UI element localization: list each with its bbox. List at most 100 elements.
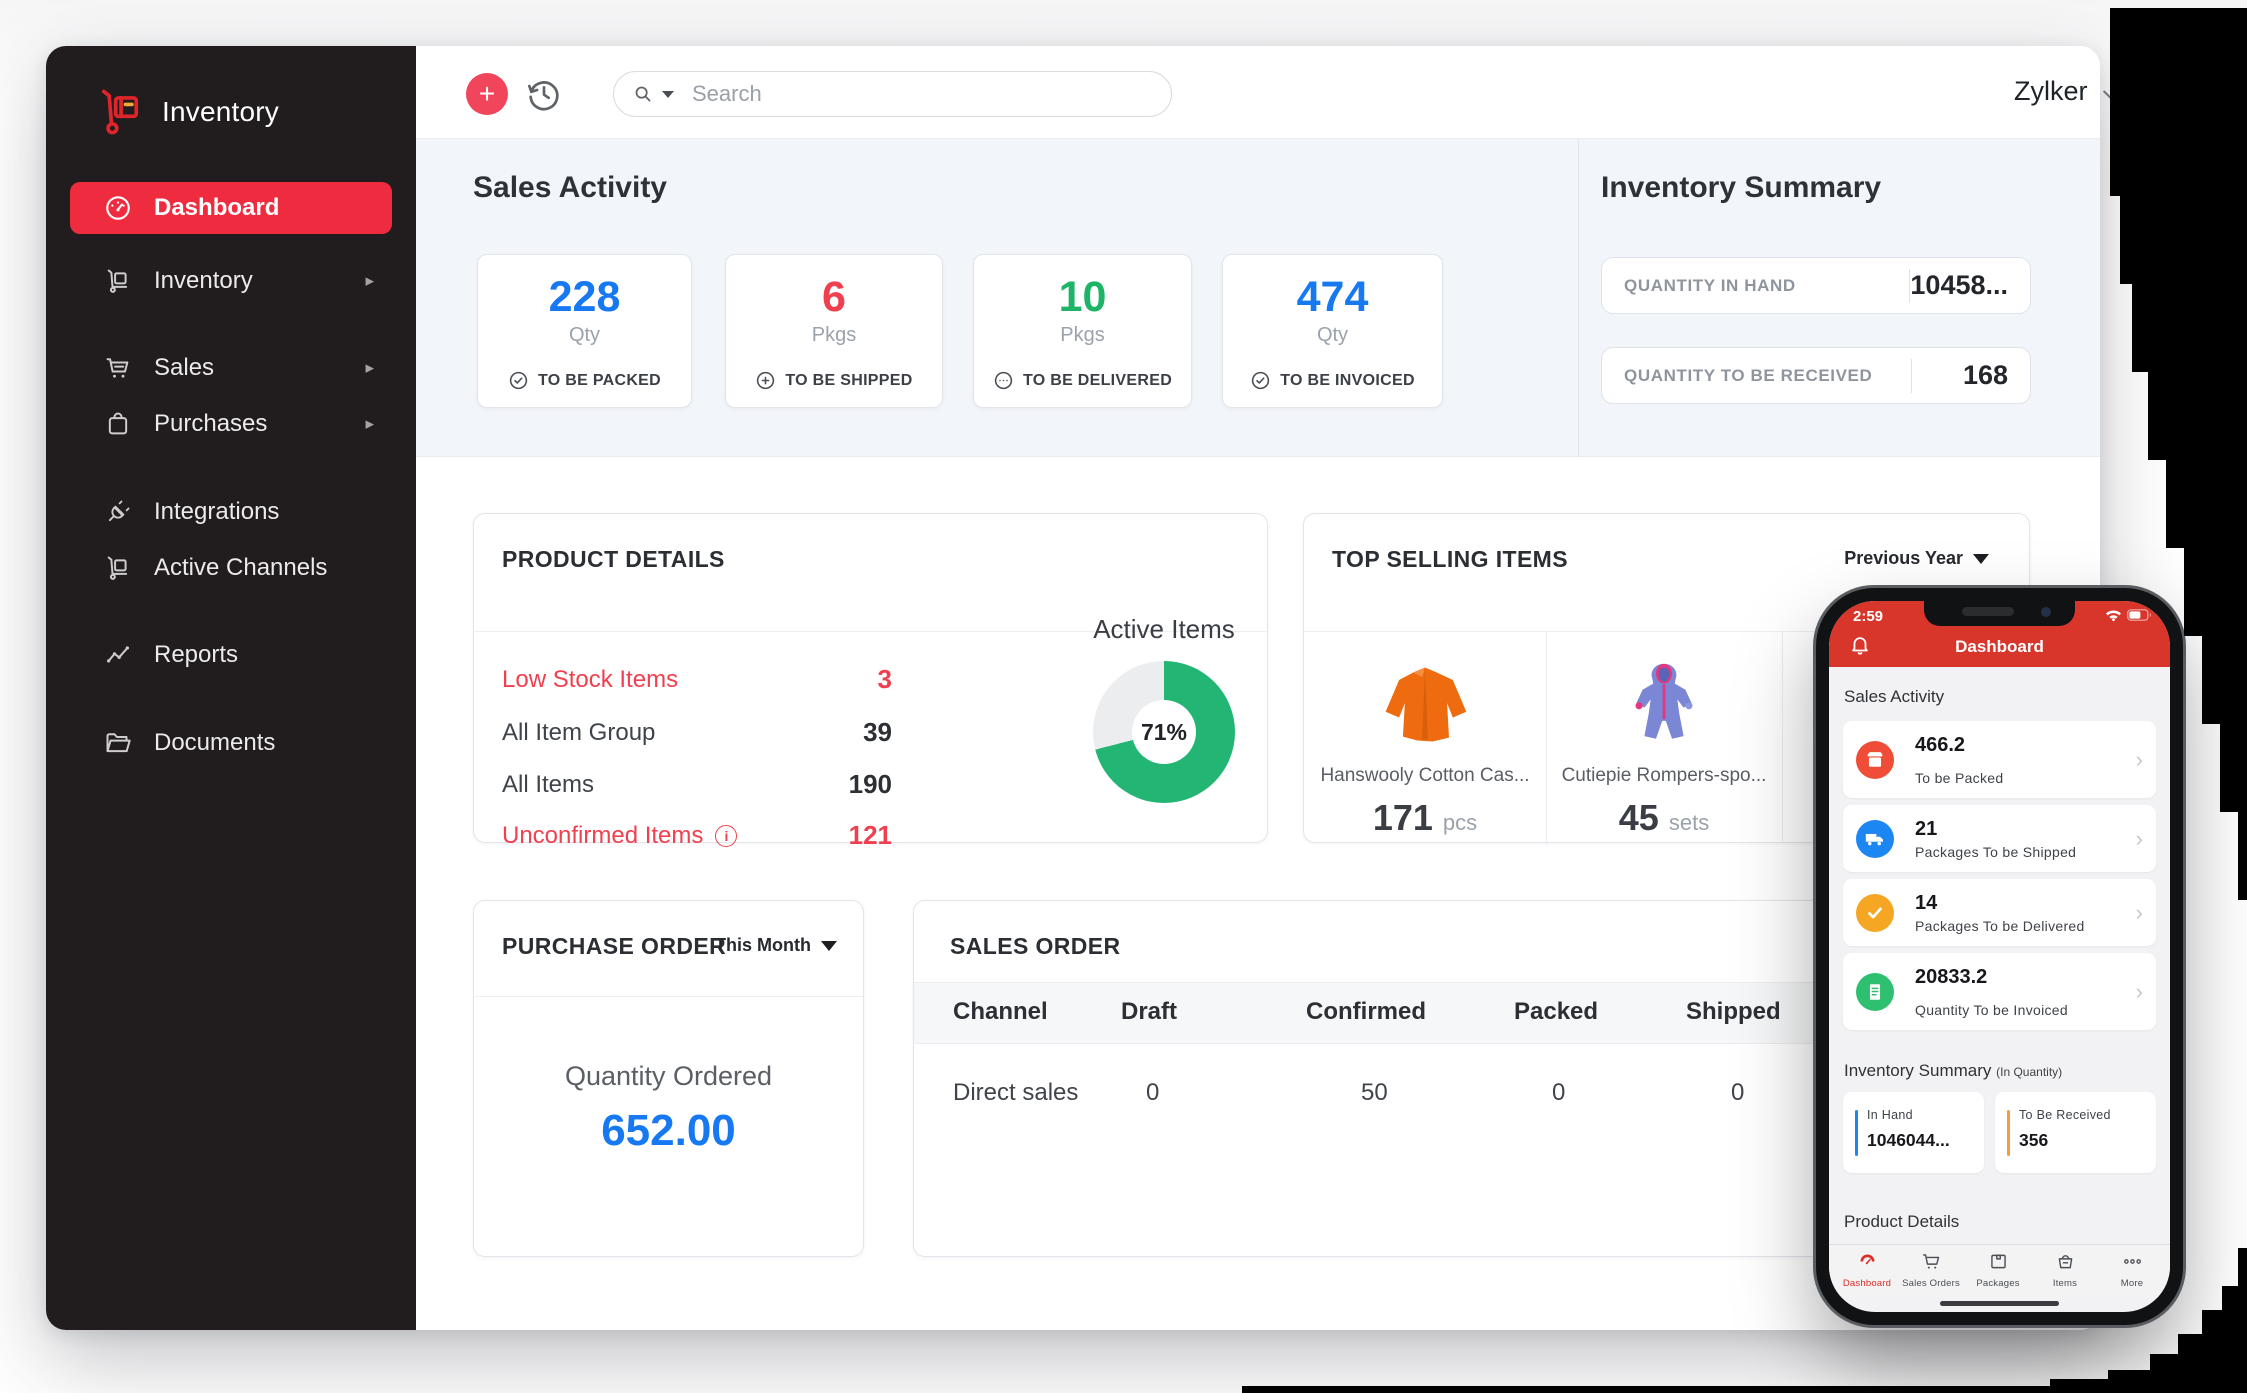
col-draft: Draft [1121,998,1177,1026]
phone-to-be-invoiced-card[interactable]: 20833.2 Quantity To be Invoiced › [1843,953,2156,1030]
org-switcher[interactable]: Zylker [2014,76,2120,107]
sidebar-item-documents[interactable]: Documents [70,719,392,767]
phone-to-be-shipped-card[interactable]: 21 Packages To be Shipped › [1843,805,2156,872]
period-dropdown[interactable]: Previous Year [1844,548,1989,569]
sidebar-item-purchases[interactable]: Purchases ▸ [70,400,392,448]
quick-create-button[interactable]: + [466,73,508,115]
sidebar-item-label: Dashboard [154,194,279,222]
phone-to-be-packed-card[interactable]: 466.2 To be Packed › [1843,721,2156,798]
chevron-right-icon: › [2136,826,2143,852]
product-name: Hanswooly Cotton Cas... [1304,765,1546,787]
all-items-row[interactable]: All Items 190 [502,769,892,800]
metric-label: TO BE DELIVERED [1023,372,1172,390]
phone-tab-dashboard[interactable]: Dashboard [1835,1251,1899,1289]
chevron-right-icon: › [2136,979,2143,1005]
search-input[interactable] [690,80,1153,108]
phone-tab-packages[interactable]: Packages [1966,1251,2030,1289]
unconfirmed-items-row[interactable]: Unconfirmed Items i 121 [502,820,892,851]
all-item-group-row[interactable]: All Item Group 39 [502,717,892,748]
row-label[interactable]: Unconfirmed Items [502,822,703,850]
package-icon [1856,741,1894,779]
product-qty: 45 [1619,797,1659,838]
folder-icon [104,729,132,757]
to-be-invoiced-card[interactable]: 474 Qty TO BE INVOICED [1222,254,1443,408]
to-be-packed-card[interactable]: 228 Qty TO BE PACKED [477,254,692,408]
reports-chart-icon [104,641,132,669]
quantity-to-be-received-row[interactable]: QUANTITY TO BE RECEIVED 168 [1601,347,2031,404]
phone-product-details-title: Product Details [1844,1212,1959,1232]
sidebar-item-sales[interactable]: Sales ▸ [70,344,392,392]
sidebar-item-integrations[interactable]: Integrations [70,488,392,536]
info-icon[interactable]: i [715,825,737,847]
phone-to-be-delivered-card[interactable]: 14 Packages To be Delivered › [1843,879,2156,946]
chevron-right-icon: ▸ [365,358,374,378]
app-window: Inventory Dashboard Inventory ▸ [46,46,2100,1330]
sidebar-item-reports[interactable]: Reports [70,631,392,679]
top-item-1[interactable]: Hanswooly Cotton Cas... 171 pcs [1304,631,1546,842]
phone-clock: 2:59 [1853,608,1883,625]
phone-metric-value: 14 [1915,892,1937,915]
search-icon [632,83,654,105]
metric-label: TO BE INVOICED [1280,372,1415,390]
product-image-cardigan [1304,653,1546,753]
metric-unit: Pkgs [726,324,942,347]
chevron-right-icon: ▸ [365,271,374,291]
row-value: 3 [878,664,892,695]
col-shipped: Shipped [1686,998,1781,1026]
package-box-icon [1988,1251,2009,1272]
summary-value: 356 [2019,1130,2048,1151]
to-be-shipped-card[interactable]: 6 Pkgs TO BE SHIPPED [725,254,943,408]
top-item-2[interactable]: Cutiepie Rompers-spo... 45 sets [1546,631,1782,842]
app-title: Inventory [162,96,279,128]
low-stock-items-row[interactable]: Low Stock Items 3 [502,664,892,695]
phone-to-be-received-card[interactable]: To Be Received 356 [1995,1092,2156,1173]
product-image-romper [1546,653,1782,753]
row-label: QUANTITY TO BE RECEIVED [1624,366,1872,386]
battery-icon [2127,609,2152,621]
cart-icon [1921,1251,1942,1272]
sidebar-item-dashboard[interactable]: Dashboard [70,182,392,234]
phone-in-hand-card[interactable]: In Hand 1046044... [1843,1092,1984,1173]
sidebar-item-active-channels[interactable]: Active Channels [70,544,392,592]
sidebar-item-label: Inventory [154,267,253,295]
home-indicator[interactable] [1940,1301,2059,1306]
notifications-bell-icon[interactable] [2188,74,2226,112]
phone-inventory-summary-title: Inventory Summary (In Quantity) [1844,1061,2062,1081]
quantity-ordered-metric: Quantity Ordered 652.00 [474,1061,863,1156]
period-dropdown[interactable]: This Month [715,935,837,956]
row-label[interactable]: All Item Group [502,719,655,747]
recent-history-icon[interactable] [524,74,564,114]
sidebar-item-label: Sales [154,354,214,382]
phone-screen: 2:59 Dashboard Sales Activity 466.2 To b… [1829,601,2170,1312]
cell-packed: 0 [1552,1079,1565,1107]
sidebar-item-label: Active Channels [154,554,327,582]
dashboard-top-band: Sales Activity 228 Qty TO BE PACKED 6 Pk… [416,139,2100,457]
more-dots-icon [2122,1251,2143,1272]
summary-label: To Be Received [2019,1108,2111,1122]
quantity-in-hand-row[interactable]: QUANTITY IN HAND 10458... [1601,257,2031,314]
col-channel: Channel [953,998,1048,1026]
phone-metric-label: To be Packed [1915,770,2003,786]
search-scope-caret-icon[interactable] [662,91,674,98]
truck-icon [1856,820,1894,858]
phone-tab-sales-orders[interactable]: Sales Orders [1899,1251,1963,1289]
metric-label: TO BE PACKED [538,372,661,390]
phone-tab-bar: Dashboard Sales Orders Packages Items Mo… [1829,1244,2170,1298]
global-search[interactable] [613,71,1172,117]
cell-draft: 0 [1146,1079,1159,1107]
col-packed: Packed [1514,998,1598,1026]
sidebar-item-label: Purchases [154,410,267,438]
phone-tab-more[interactable]: More [2100,1251,2164,1289]
to-be-delivered-card[interactable]: 10 Pkgs TO BE DELIVERED [973,254,1192,408]
card-title: SALES ORDER [950,933,1121,960]
sidebar-item-inventory[interactable]: Inventory ▸ [70,257,392,305]
row-label[interactable]: Low Stock Items [502,666,678,694]
row-label[interactable]: All Items [502,771,594,799]
row-value: 168 [1912,360,2008,391]
phone-tab-items[interactable]: Items [2033,1251,2097,1289]
app-logo[interactable]: Inventory [94,86,279,138]
row-value: 10458... [1910,270,2008,301]
cart-icon [104,354,132,382]
topbar: + Zylker [416,46,2100,139]
row-value: 190 [849,769,892,800]
